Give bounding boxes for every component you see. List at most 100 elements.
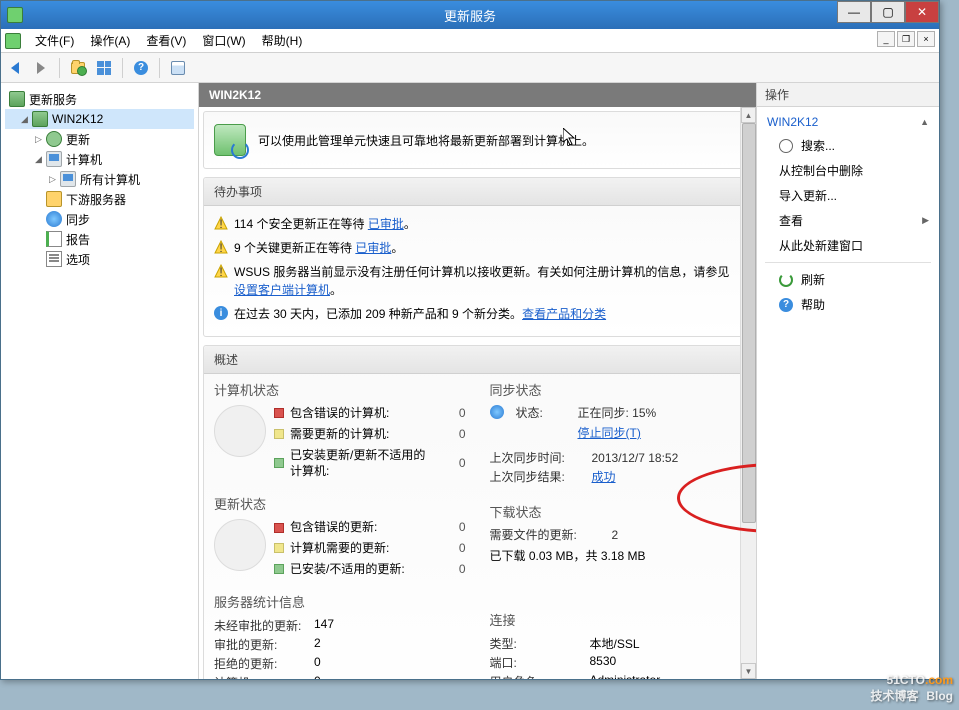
connection-title: 连接 — [490, 610, 742, 629]
mdi-minimize-button[interactable]: _ — [877, 31, 895, 47]
computer-status-title: 计算机状态 — [214, 380, 466, 399]
update-icon — [46, 131, 62, 147]
titlebar[interactable]: 更新服务 — ▢ ✕ — [1, 1, 939, 29]
server-icon — [32, 111, 48, 127]
minimize-button[interactable]: — — [837, 1, 871, 23]
todo-item: ! WSUS 服务器当前显示没有注册任何计算机以接收更新。有关如何注册计算机的信… — [214, 260, 741, 302]
action-help[interactable]: ?帮助 — [757, 292, 939, 317]
svg-text:!: ! — [219, 217, 222, 230]
menu-view[interactable]: 查看(V) — [138, 29, 194, 52]
close-button[interactable]: ✕ — [905, 1, 939, 23]
server-stats-title: 服务器统计信息 — [214, 592, 466, 611]
legend-yellow-icon — [274, 543, 284, 553]
service-icon — [9, 91, 25, 107]
scroll-up-button[interactable]: ▲ — [741, 107, 756, 123]
arrow-left-icon — [11, 62, 19, 74]
help-button[interactable]: ? — [129, 56, 153, 80]
warning-icon: ! — [214, 216, 228, 230]
chevron-up-icon[interactable]: ▲ — [920, 117, 929, 127]
warning-icon: ! — [214, 240, 228, 254]
computer-icon — [60, 171, 76, 187]
action-refresh[interactable]: 刷新 — [757, 267, 939, 292]
actions-pane: 操作 WIN2K12▲ 搜索... 从控制台中删除 导入更新... 查看▶ 从此… — [757, 83, 939, 679]
center-body[interactable]: 可以使用此管理单元快速且可靠地将最新更新部署到计算机上。 待办事项 ! 114 … — [199, 107, 756, 679]
banner-text: 可以使用此管理单元快速且可靠地将最新更新部署到计算机上。 — [258, 132, 594, 149]
client-setup-link[interactable]: 设置客户端计算机 — [234, 283, 330, 297]
scroll-down-button[interactable]: ▼ — [741, 663, 756, 679]
action-view[interactable]: 查看▶ — [757, 208, 939, 233]
vertical-scrollbar[interactable]: ▲ ▼ — [740, 107, 756, 679]
main-window: 更新服务 — ▢ ✕ 文件(F) 操作(A) 查看(V) 窗口(W) 帮助(H)… — [0, 0, 940, 680]
actions-header: 操作 — [757, 83, 939, 107]
action-import-update[interactable]: 导入更新... — [757, 183, 939, 208]
sync-result-link[interactable]: 成功 — [592, 469, 616, 486]
tree-options[interactable]: 选项 — [5, 249, 194, 269]
overview-panel: 概述 计算机状态 包含错误的计算机:0 需要更新的计算机:0 — [203, 345, 752, 679]
warning-icon: ! — [214, 264, 228, 278]
tree-server[interactable]: ◢WIN2K12 — [5, 109, 194, 129]
expand-icon[interactable]: ▷ — [33, 134, 44, 145]
search-icon — [779, 139, 793, 153]
grid-button[interactable] — [92, 56, 116, 80]
overview-title: 概述 — [204, 346, 751, 374]
collapse-icon[interactable]: ◢ — [19, 114, 30, 125]
sync-status-title: 同步状态 — [490, 380, 742, 399]
mdi-close-button[interactable]: × — [917, 31, 935, 47]
app-small-icon — [5, 33, 21, 49]
mdi-restore-button[interactable]: ❐ — [897, 31, 915, 47]
menu-action[interactable]: 操作(A) — [82, 29, 138, 52]
toolbar-separator — [159, 58, 160, 78]
wsus-icon — [214, 124, 246, 156]
up-folder-button[interactable] — [66, 56, 90, 80]
tree-sync[interactable]: 同步 — [5, 209, 194, 229]
todo-item: i 在过去 30 天内，已添加 209 种新产品和 9 个新分类。查看产品和分类 — [214, 302, 741, 326]
menubar: 文件(F) 操作(A) 查看(V) 窗口(W) 帮助(H) _ ❐ × — [1, 29, 939, 53]
center-pane: WIN2K12 可以使用此管理单元快速且可靠地将最新更新部署到计算机上。 待办事… — [199, 83, 757, 679]
options-icon — [46, 251, 62, 267]
folder-up-icon — [71, 62, 85, 74]
approve-link[interactable]: 已审批 — [368, 217, 404, 231]
chevron-right-icon: ▶ — [922, 215, 929, 226]
action-remove-console[interactable]: 从控制台中删除 — [757, 158, 939, 183]
expand-icon[interactable]: ▷ — [47, 174, 58, 185]
update-status-title: 更新状态 — [214, 494, 466, 513]
tree-root[interactable]: 更新服务 — [5, 89, 194, 109]
refresh-icon — [779, 273, 793, 287]
legend-green-icon — [274, 564, 284, 574]
todo-item: ! 9 个关键更新正在等待 已审批。 — [214, 236, 741, 260]
approve-link[interactable]: 已审批 — [355, 241, 391, 255]
tree-reports[interactable]: 报告 — [5, 229, 194, 249]
toolbar-separator — [122, 58, 123, 78]
computer-icon — [46, 151, 62, 167]
tree-all-computers[interactable]: ▷所有计算机 — [5, 169, 194, 189]
help-icon: ? — [134, 61, 148, 75]
window-title: 更新服务 — [444, 6, 496, 25]
download-status-title: 下载状态 — [490, 502, 742, 521]
svg-text:!: ! — [219, 241, 222, 254]
action-search[interactable]: 搜索... — [757, 133, 939, 158]
separator — [765, 262, 931, 263]
tree-downstream[interactable]: 下游服务器 — [5, 189, 194, 209]
products-link[interactable]: 查看产品和分类 — [522, 307, 606, 321]
svg-text:!: ! — [219, 265, 222, 278]
todo-title: 待办事项 — [204, 178, 751, 206]
actions-group-title: WIN2K12▲ — [757, 111, 939, 133]
calendar-button[interactable] — [166, 56, 190, 80]
stop-sync-link[interactable]: 停止同步(T) — [578, 425, 641, 442]
tree-computers[interactable]: ◢计算机 — [5, 149, 194, 169]
navigation-tree[interactable]: 更新服务 ◢WIN2K12 ▷更新 ◢计算机 ▷所有计算机 下游服务器 同步 报… — [1, 83, 199, 679]
maximize-button[interactable]: ▢ — [871, 1, 905, 23]
scrollbar-thumb[interactable] — [742, 123, 756, 523]
calendar-icon — [171, 61, 185, 75]
legend-green-icon — [274, 458, 284, 468]
help-icon: ? — [779, 298, 793, 312]
center-header: WIN2K12 — [199, 83, 756, 107]
tree-updates[interactable]: ▷更新 — [5, 129, 194, 149]
action-new-window[interactable]: 从此处新建窗口 — [757, 233, 939, 258]
menu-file[interactable]: 文件(F) — [27, 29, 82, 52]
collapse-icon[interactable]: ◢ — [33, 154, 44, 165]
menu-window[interactable]: 窗口(W) — [194, 29, 253, 52]
menu-help[interactable]: 帮助(H) — [254, 29, 311, 52]
forward-button[interactable] — [29, 56, 53, 80]
back-button[interactable] — [3, 56, 27, 80]
